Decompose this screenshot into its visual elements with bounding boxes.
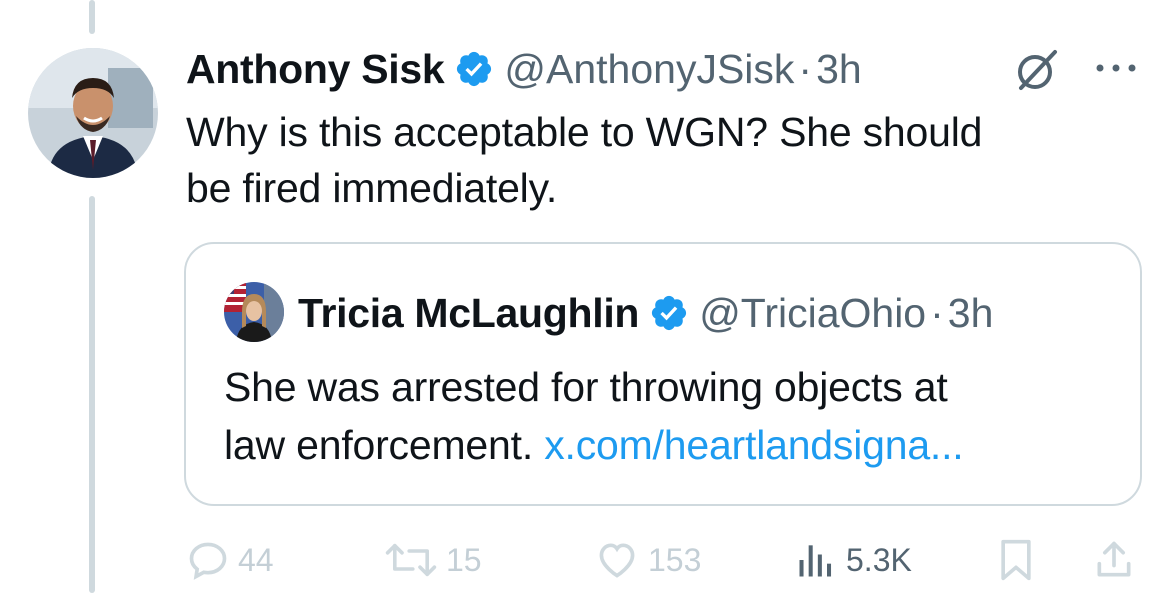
verified-badge-icon <box>649 293 689 333</box>
reply-button[interactable]: 44 <box>186 530 274 590</box>
quoted-tweet-card[interactable]: Tricia McLaughlin @TriciaOhio · 3h She w… <box>184 242 1142 506</box>
more-dots-icon[interactable] <box>1093 56 1139 80</box>
separator-dot: · <box>798 45 813 92</box>
views-chart-icon <box>794 538 838 582</box>
quoted-tweet-text: She was arrested for throwing objects at… <box>224 358 1104 474</box>
tweet-text: Why is this acceptable to WGN? She shoul… <box>186 104 1106 216</box>
author-avatar-image <box>28 48 158 178</box>
bookmark-button[interactable] <box>996 530 1036 590</box>
verified-badge-icon <box>454 49 494 89</box>
author-name[interactable]: Anthony Sisk <box>186 46 445 93</box>
quoted-text-prefix: law enforcement. <box>224 422 545 468</box>
quoted-text-line: She was arrested for throwing objects at <box>224 364 948 410</box>
tweet-text-line: be fired immediately. <box>186 165 558 211</box>
timestamp[interactable]: 3h <box>816 46 862 93</box>
tweet-header: Anthony Sisk @AnthonyJSisk · 3h <box>186 44 862 94</box>
like-count: 153 <box>648 541 702 578</box>
action-bar: 44 15 153 5.3K <box>0 530 1170 590</box>
separator-dot: · <box>930 289 944 336</box>
grok-icon[interactable] <box>1011 46 1061 96</box>
thread-connector-top <box>89 0 95 34</box>
quoted-link[interactable]: x.com/heartlandsigna... <box>544 422 963 468</box>
quoted-timestamp[interactable]: 3h <box>948 290 994 337</box>
quoted-avatar-image <box>224 282 284 342</box>
repost-count: 15 <box>446 541 482 578</box>
quoted-tweet-header: Tricia McLaughlin @TriciaOhio · 3h <box>298 288 993 338</box>
like-button[interactable]: 153 <box>594 530 701 590</box>
share-icon <box>1092 538 1136 582</box>
quoted-text-line: law enforcement. x.com/heartlandsigna... <box>224 416 1104 474</box>
reply-icon <box>186 538 230 582</box>
views-button[interactable]: 5.3K <box>794 530 912 590</box>
repost-button[interactable]: 15 <box>384 530 482 590</box>
repost-icon <box>384 538 438 582</box>
views-count: 5.3K <box>846 541 912 578</box>
author-avatar[interactable] <box>28 48 158 178</box>
tweet-text-line: Why is this acceptable to WGN? She shoul… <box>186 109 983 155</box>
reply-count: 44 <box>238 541 274 578</box>
quoted-author-avatar[interactable] <box>224 282 284 342</box>
heart-icon <box>594 538 640 582</box>
quoted-author-handle[interactable]: @TriciaOhio <box>699 290 926 337</box>
bookmark-icon <box>996 538 1036 582</box>
share-button[interactable] <box>1092 530 1136 590</box>
author-handle[interactable]: @AnthonyJSisk <box>504 46 794 93</box>
quoted-author-name[interactable]: Tricia McLaughlin <box>298 290 639 337</box>
